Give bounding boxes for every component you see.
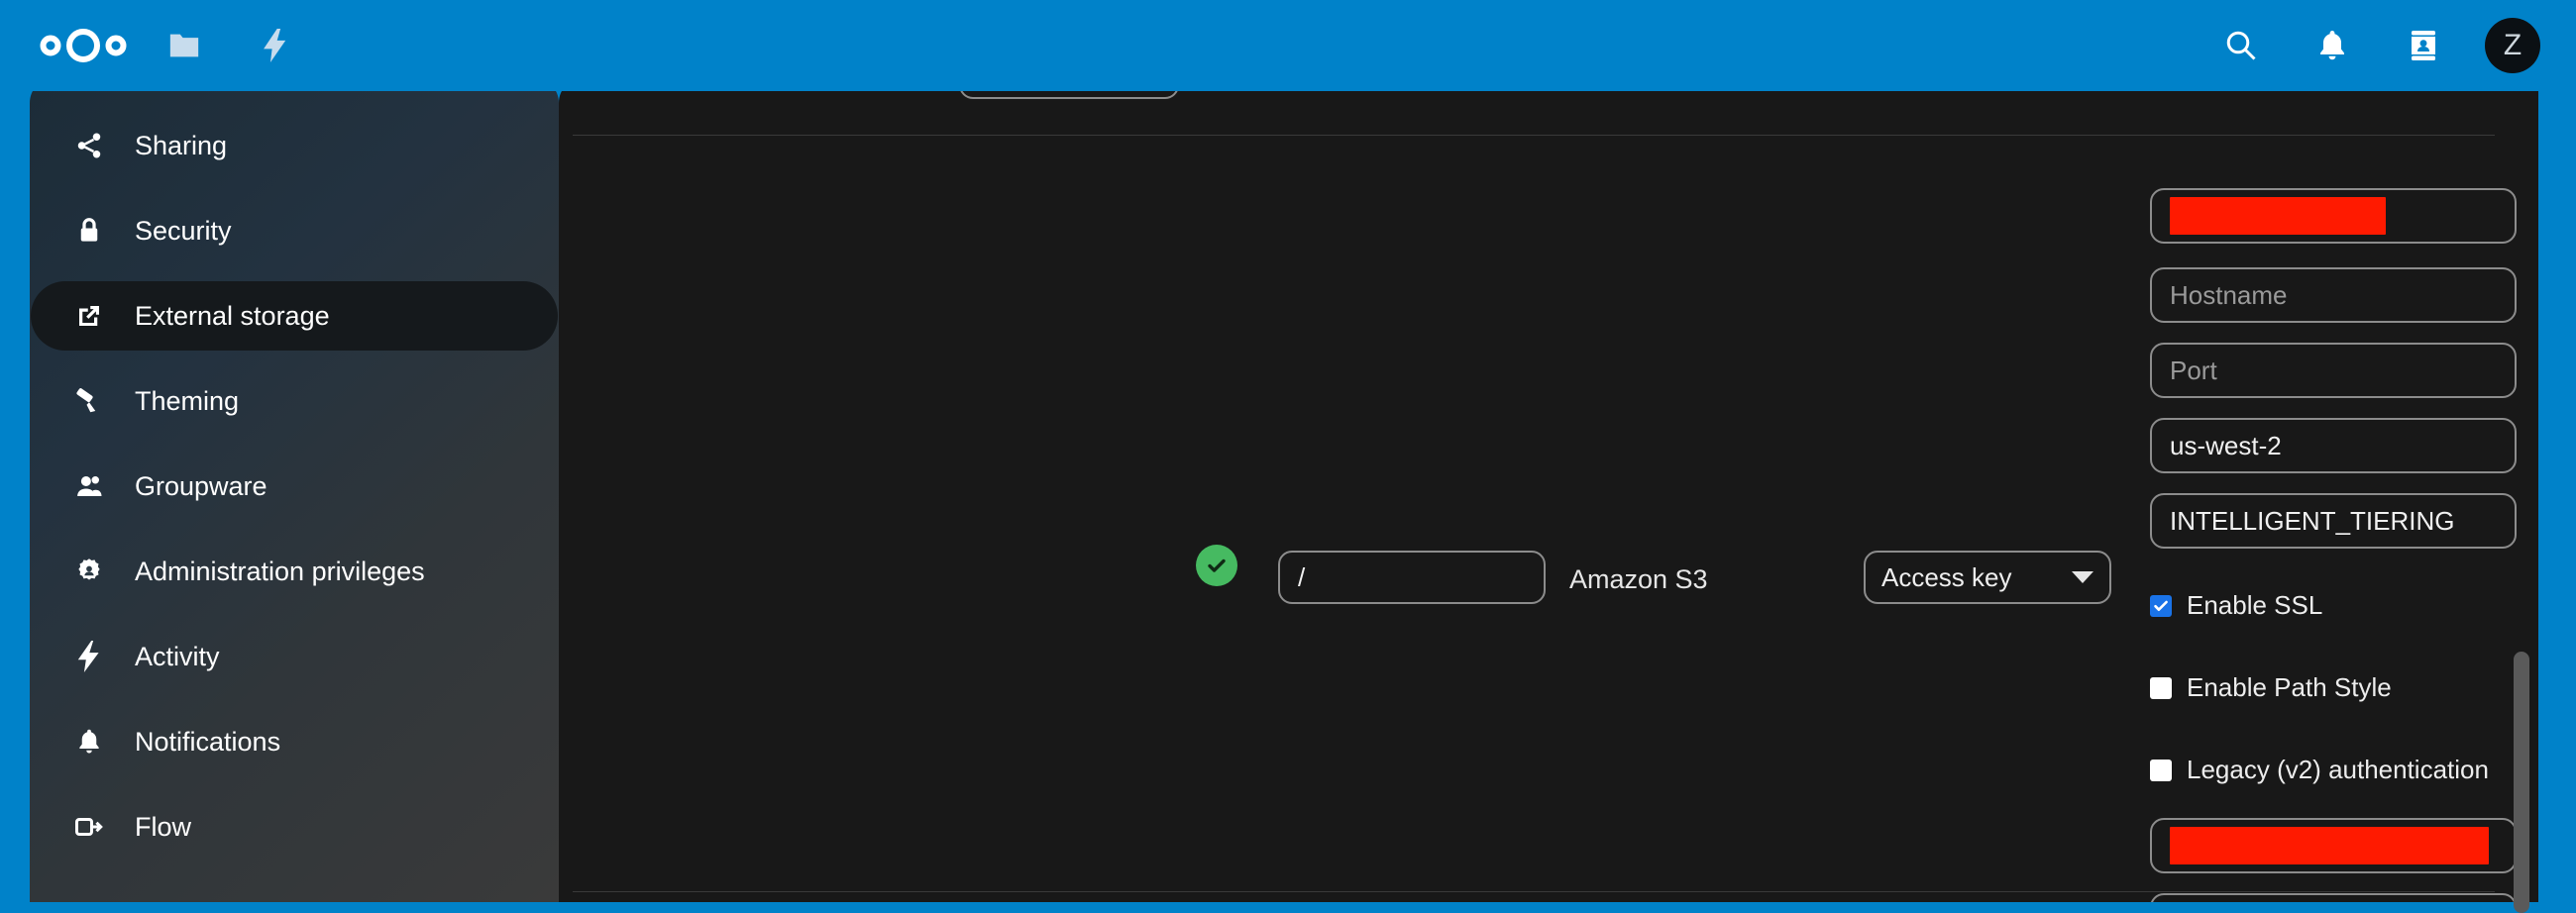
checkbox-unchecked-icon: [2150, 759, 2172, 781]
sidebar-item-sharing[interactable]: Sharing: [31, 111, 558, 180]
vertical-scrollbar[interactable]: [2514, 652, 2529, 913]
checkbox-label: Enable Path Style: [2187, 672, 2392, 702]
region-input[interactable]: us-west-2: [2150, 418, 2517, 473]
sidebar-item-label: Notifications: [135, 726, 281, 757]
search-icon[interactable]: [2196, 0, 2287, 91]
authentication-select[interactable]: Access key: [1864, 551, 2111, 604]
sidebar-item-label: Flow: [135, 811, 192, 842]
port-placeholder: Port: [2170, 355, 2217, 385]
sidebar-item-external-storage[interactable]: External storage: [31, 281, 558, 351]
checkbox-label: Enable SSL: [2187, 590, 2323, 620]
sidebar-item-label: Sharing: [135, 130, 228, 160]
region-value: us-west-2: [2170, 430, 2282, 460]
bucket-input[interactable]: [2150, 188, 2517, 244]
table-row: / Amazon S3 Access key Hostname Port us-…: [559, 77, 2538, 902]
sidebar-item-label: Activity: [135, 641, 220, 671]
nextcloud-logo[interactable]: [28, 17, 139, 74]
avatar[interactable]: Z: [2485, 18, 2540, 73]
notifications-icon[interactable]: [2287, 0, 2378, 91]
sidebar-item-groupware[interactable]: Groupware: [31, 452, 558, 521]
redaction-overlay: [2170, 197, 2386, 235]
sidebar-item-label: Administration privileges: [135, 556, 425, 586]
sidebar-item-theming[interactable]: Theming: [31, 366, 558, 436]
top-header-bar: Z: [0, 0, 2576, 91]
share-icon: [70, 127, 108, 164]
enable-ssl-checkbox[interactable]: Enable SSL: [2150, 590, 2322, 621]
gear-account-icon: [70, 553, 108, 590]
lock-icon: [70, 212, 108, 250]
storage-class-input[interactable]: INTELLIGENT_TIERING: [2150, 493, 2517, 549]
storage-class-value: INTELLIGENT_TIERING: [2170, 505, 2455, 536]
bell-icon: [70, 723, 108, 761]
hostname-input[interactable]: Hostname: [2150, 267, 2517, 323]
folder-name-value: /: [1298, 561, 1306, 592]
people-icon: [70, 467, 108, 505]
sidebar-item-list: Sharing Security External storage Themin…: [30, 93, 559, 862]
sidebar-item-administration-privileges[interactable]: Administration privileges: [31, 537, 558, 606]
settings-sidebar: Personal info Sharing Security External: [30, 77, 559, 902]
access-key-input[interactable]: [2150, 818, 2517, 873]
sidebar-item-label: Theming: [135, 385, 240, 416]
app-body: Personal info Sharing Security External: [0, 77, 2576, 913]
sidebar-item-label: Security: [135, 215, 232, 246]
app-menu-files[interactable]: [139, 0, 230, 91]
paint-roller-icon: [70, 382, 108, 420]
hostname-placeholder: Hostname: [2170, 279, 2288, 310]
checkbox-label: Legacy (v2) authentication: [2187, 755, 2489, 784]
secret-key-input[interactable]: ••••••••••••••: [2150, 893, 2517, 902]
external-link-icon: [70, 297, 108, 335]
port-input[interactable]: Port: [2150, 343, 2517, 398]
sidebar-item-activity[interactable]: Activity: [31, 622, 558, 691]
sidebar-item-flow[interactable]: Flow: [31, 792, 558, 862]
enable-path-style-checkbox[interactable]: Enable Path Style: [2150, 672, 2392, 703]
redaction-overlay: [2170, 827, 2489, 864]
contacts-icon[interactable]: [2378, 0, 2469, 91]
legacy-authentication-checkbox[interactable]: Legacy (v2) authentication: [2150, 755, 2489, 785]
sidebar-item-security[interactable]: Security: [31, 196, 558, 265]
lightning-icon: [70, 638, 108, 675]
app-menu-activity[interactable]: [230, 0, 321, 91]
status-badge[interactable]: [1196, 545, 1237, 586]
flow-icon: [70, 808, 108, 846]
checkbox-checked-icon: [2150, 594, 2172, 617]
chevron-down-icon: [2072, 571, 2093, 583]
sidebar-item-notifications[interactable]: Notifications: [31, 707, 558, 776]
sidebar-item-label: Groupware: [135, 470, 268, 501]
sidebar-item-label: External storage: [135, 300, 330, 331]
external-storage-content: / Amazon S3 Access key Hostname Port us-…: [559, 77, 2538, 902]
header-actions: Z: [2196, 0, 2576, 91]
checkbox-unchecked-icon: [2150, 676, 2172, 699]
backend-label: Amazon S3: [1569, 564, 1708, 594]
folder-name-input[interactable]: /: [1278, 551, 1546, 604]
authentication-selected-value: Access key: [1881, 561, 2012, 592]
